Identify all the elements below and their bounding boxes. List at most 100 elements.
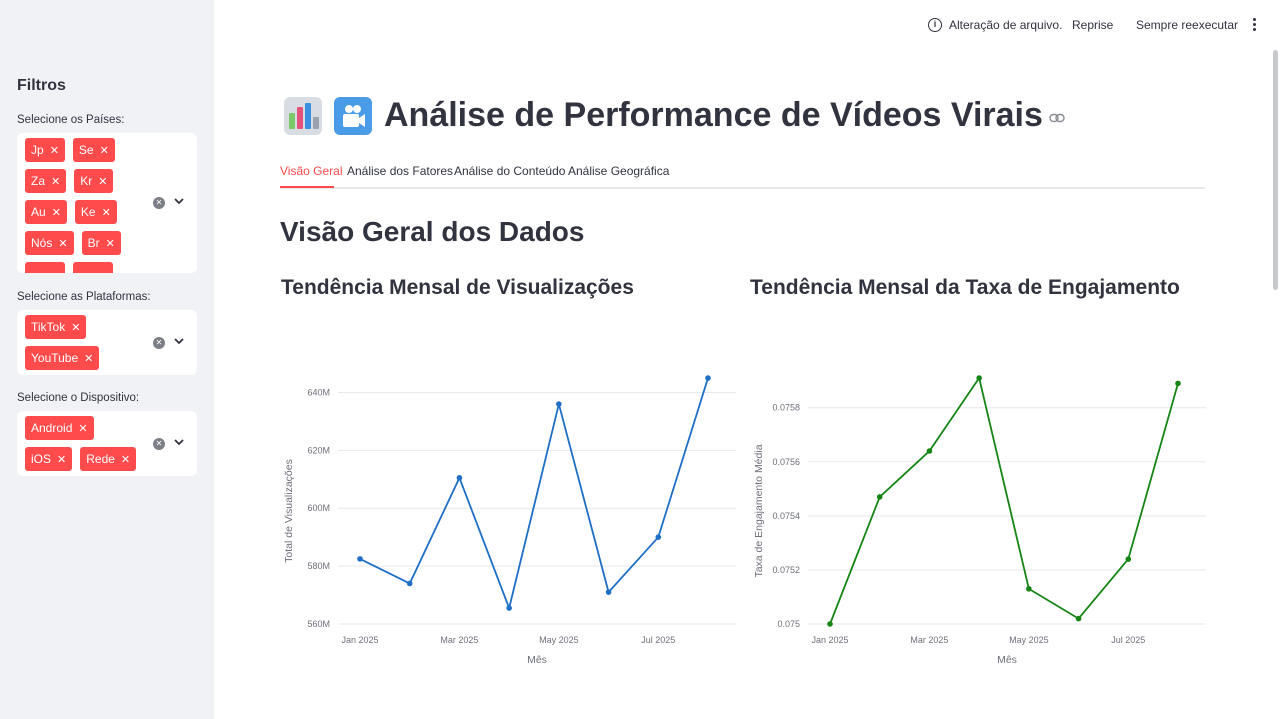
clear-icon[interactable]: ✕ — [153, 337, 165, 349]
x-axis-label: Mês — [527, 654, 547, 666]
data-point[interactable] — [456, 475, 463, 481]
y-tick-label: 0.0752 — [772, 565, 800, 575]
filter-tag[interactable]: Android ✕ — [25, 416, 94, 440]
data-point[interactable] — [827, 621, 833, 627]
remove-tag-icon[interactable]: ✕ — [100, 144, 109, 157]
tab-visao-geral[interactable]: Visão Geral — [280, 164, 342, 178]
x-tick-label: Jul 2025 — [641, 635, 675, 645]
platforms-multiselect[interactable]: TikTok ✕ YouTube ✕ ✕ — [17, 310, 197, 375]
data-point[interactable] — [1125, 556, 1132, 562]
remove-tag-icon[interactable]: ✕ — [58, 237, 67, 250]
filter-tag-label: TikTok — [31, 320, 66, 334]
filter-tag[interactable]: Br ✕ — [81, 231, 121, 255]
remove-tag-icon[interactable]: ✕ — [84, 352, 93, 365]
remove-tag-icon[interactable]: ✕ — [98, 175, 107, 188]
filter-tag-label: iOS — [31, 452, 52, 466]
remove-tag-icon[interactable]: ✕ — [71, 321, 80, 334]
y-tick-label: 620M — [307, 445, 330, 455]
section-title: Visão Geral dos Dados — [280, 216, 585, 247]
countries-multiselect[interactable]: Jp ✕ Se ✕ Za ✕ Kr ✕ Au ✕ Ke ✕ Nós ✕ Br ✕ ✕ — [17, 133, 197, 273]
filter-tag[interactable]: Za ✕ — [25, 169, 67, 193]
data-point[interactable] — [976, 375, 982, 381]
filter-tag[interactable]: Kr ✕ — [74, 169, 114, 193]
filter-tag[interactable]: Rede ✕ — [80, 447, 137, 471]
y-tick-label: 0.075 — [777, 619, 800, 629]
remove-tag-icon[interactable]: ✕ — [50, 144, 59, 157]
chevron-down-icon[interactable] — [174, 197, 184, 205]
data-point[interactable] — [357, 556, 363, 562]
tab-bar: Visão Geral Análise dos Fatores Análise … — [280, 160, 1205, 189]
tab-analise-conteudo[interactable]: Análise do Conteúdo — [454, 164, 565, 178]
data-point[interactable] — [705, 375, 711, 381]
x-tick-label: May 2025 — [539, 635, 579, 645]
tab-analise-geografica[interactable]: Análise Geográfica — [568, 164, 669, 178]
x-tick-label: Jan 2025 — [341, 635, 378, 645]
sidebar: Filtros Selecione os Países: Jp ✕ Se ✕ Za ✕ Kr… — [0, 0, 214, 719]
filter-tag[interactable]: Au ✕ — [25, 200, 67, 224]
data-point[interactable] — [655, 534, 662, 540]
rerun-button[interactable]: Reprise — [1072, 18, 1113, 32]
filter-tag-label: Au — [31, 205, 46, 219]
remove-tag-icon[interactable]: ✕ — [102, 206, 111, 219]
tab-analise-fatores[interactable]: Análise dos Fatores — [347, 164, 453, 178]
x-axis-label: Mês — [997, 654, 1017, 666]
clear-icon[interactable]: ✕ — [153, 197, 165, 209]
always-rerun-button[interactable]: Sempre reexecutar — [1136, 18, 1238, 32]
remove-tag-icon[interactable]: ✕ — [78, 422, 87, 435]
y-tick-label: 580M — [307, 561, 330, 571]
x-tick-label: Mar 2025 — [910, 635, 948, 645]
y-axis-label: Taxa de Engajamento Média — [753, 444, 765, 577]
x-tick-label: May 2025 — [1009, 635, 1049, 645]
filter-tag-label: Android — [31, 421, 73, 435]
filter-tag[interactable]: iOS ✕ — [25, 447, 73, 471]
y-tick-label: 600M — [307, 503, 330, 513]
filter-tag-label: Kr — [80, 174, 93, 188]
filter-tag-label: Za — [31, 174, 46, 188]
file-change-status: Alteração de arquivo. — [949, 18, 1063, 32]
filter-tag[interactable]: TikTok ✕ — [25, 315, 87, 339]
filter-tag[interactable]: Jp ✕ — [25, 138, 65, 162]
y-tick-label: 560M — [307, 619, 330, 629]
x-tick-label: Jan 2025 — [811, 635, 848, 645]
data-point[interactable] — [1026, 586, 1032, 592]
data-point[interactable] — [605, 589, 612, 595]
chevron-down-icon[interactable] — [174, 438, 184, 446]
main-menu-icon[interactable] — [1251, 17, 1257, 33]
data-point[interactable] — [876, 494, 883, 500]
filter-tag[interactable]: Ke ✕ — [74, 200, 117, 224]
filter-tag[interactable] — [73, 262, 113, 273]
filter-tag[interactable]: Nós ✕ — [25, 231, 74, 255]
y-tick-label: 0.0758 — [772, 403, 800, 413]
filter-tag[interactable]: YouTube ✕ — [25, 346, 100, 370]
filter-tag-label: YouTube — [31, 351, 79, 365]
series-line — [359, 377, 709, 612]
page-title: Análise de Performance de Vídeos Virais — [284, 96, 1065, 135]
data-point[interactable] — [506, 605, 512, 611]
bar-chart-icon — [284, 96, 322, 135]
data-point[interactable] — [1075, 615, 1082, 622]
devices-multiselect[interactable]: Android ✕ iOS ✕ Rede ✕ ✕ — [17, 411, 197, 476]
engagement-line-chart[interactable]: 0.075 0.0752 0.0754 0.0756 0.0758 Jan 2025 Mar… — [750, 360, 1210, 670]
scrollbar[interactable] — [1273, 50, 1278, 290]
clear-icon[interactable]: ✕ — [153, 438, 165, 450]
data-point[interactable] — [556, 401, 562, 407]
remove-tag-icon[interactable]: ✕ — [121, 453, 130, 466]
data-point[interactable] — [926, 448, 933, 454]
remove-tag-icon[interactable]: ✕ — [57, 453, 66, 466]
filter-tag[interactable]: Se ✕ — [72, 138, 115, 162]
filter-tag[interactable] — [25, 262, 65, 273]
x-tick-label: Mar 2025 — [440, 635, 478, 645]
devices-filter-label: Selecione o Dispositivo: — [17, 392, 140, 404]
chevron-down-icon[interactable] — [174, 337, 184, 345]
page-title-text: Análise de Performance de Vídeos Virais — [384, 96, 1043, 134]
data-point[interactable] — [1175, 380, 1181, 387]
views-line-chart[interactable]: 560M 580M 600M 620M 640M Jan 2025 Mar 2025 May … — [280, 360, 740, 670]
link-icon[interactable] — [1049, 110, 1065, 128]
remove-tag-icon[interactable]: ✕ — [51, 175, 60, 188]
remove-tag-icon[interactable]: ✕ — [52, 206, 61, 219]
data-point[interactable] — [406, 580, 413, 587]
info-icon: i — [928, 18, 942, 32]
filter-tag-label: Ke — [80, 205, 96, 219]
remove-tag-icon[interactable]: ✕ — [106, 237, 115, 250]
filter-tag-label: Rede — [86, 452, 115, 466]
